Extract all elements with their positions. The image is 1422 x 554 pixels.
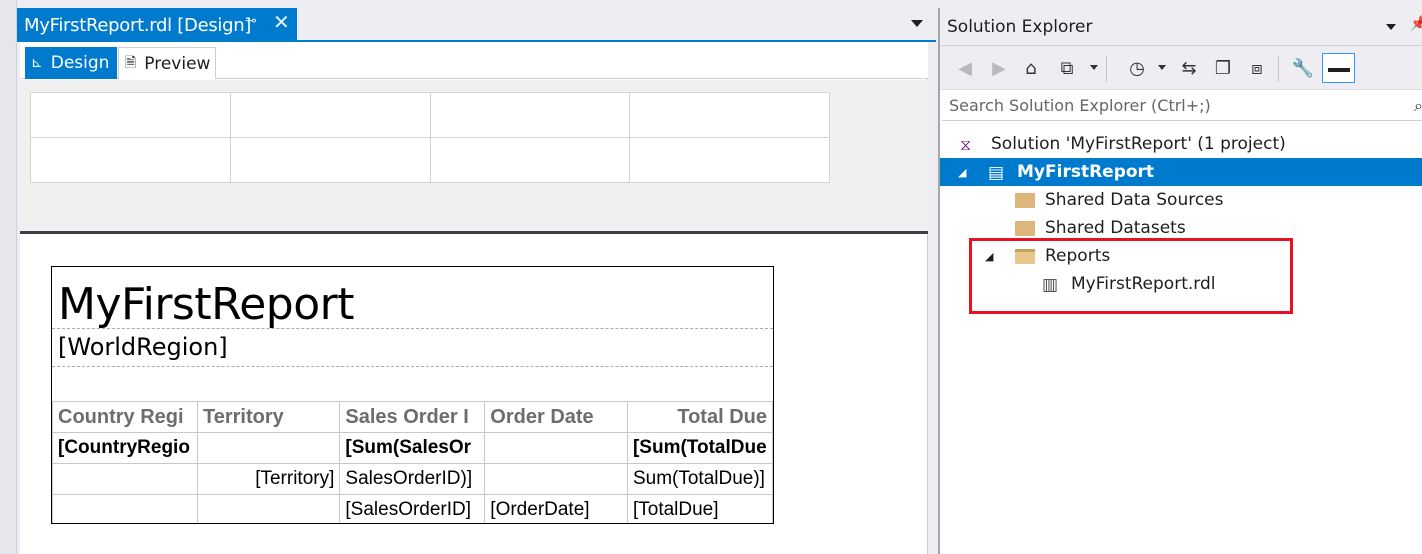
search-input[interactable]: Search Solution Explorer (Ctrl+;) <box>942 91 1422 121</box>
table-cell[interactable]: Sum(TotalDue)] <box>626 463 773 495</box>
page-header-area <box>20 80 928 232</box>
document-tab-title: MyFirstReport.rdl [Design] <box>24 14 252 36</box>
solution-explorer-titlebar: Solution Explorer 📌 <box>940 8 1422 46</box>
table-cell[interactable] <box>196 432 341 464</box>
table-row: [CountryRegio [Sum(SalesOr [Sum(TotalDue <box>52 432 773 464</box>
forward-icon[interactable]: ▶ <box>986 55 1012 81</box>
view-tabs: ⊾ Design 🗎 Preview <box>20 42 928 79</box>
pin-icon[interactable]: ⊸ <box>245 13 257 29</box>
table-cell[interactable] <box>484 432 628 464</box>
grid-cell[interactable] <box>429 137 631 183</box>
visual-studio-solution-icon: ⧖ <box>960 135 972 154</box>
tree-item-label: Shared Datasets <box>1045 218 1186 238</box>
tab-design[interactable]: ⊾ Design <box>25 47 117 79</box>
tree-item-label: Shared Data Sources <box>1045 190 1224 210</box>
window-position-dropdown-icon[interactable] <box>1386 24 1396 30</box>
table-cell[interactable]: [CountryRegio <box>52 432 198 464</box>
preview-selected-items-icon[interactable] <box>1322 53 1355 83</box>
report-designer-pane: MyFirstReport.rdl [Design] ⊸ ✕ ⊾ Design … <box>0 0 936 554</box>
tree-item-shared-data-sources[interactable]: Shared Data Sources <box>940 186 1422 214</box>
panel-title: Solution Explorer <box>947 16 1093 37</box>
left-tool-strip <box>0 0 17 554</box>
show-all-files-icon[interactable]: ⧈ <box>1244 55 1270 81</box>
grid-cell[interactable] <box>30 137 231 183</box>
grid-cell[interactable] <box>229 92 431 138</box>
toolbar-separator <box>1278 56 1279 82</box>
chevron-down-icon[interactable] <box>1158 65 1166 70</box>
table-cell[interactable] <box>52 463 198 495</box>
toolbar-separator <box>1106 56 1107 82</box>
table-row: [SalesOrderID] [OrderDate] [TotalDue] <box>52 494 773 523</box>
report-title: MyFirstReport <box>58 279 354 330</box>
table-row: [Territory] SalesOrderID)] Sum(TotalDue)… <box>52 463 773 495</box>
table-cell[interactable]: SalesOrderID)] <box>339 463 486 495</box>
column-header[interactable]: Country Regi <box>52 401 198 433</box>
grid-cell[interactable] <box>30 92 231 138</box>
table-cell[interactable]: [Sum(SalesOr <box>339 432 486 464</box>
annotation-highlight-box <box>969 238 1293 314</box>
tree-item-label: MyFirstReport <box>1017 162 1155 182</box>
pin-icon[interactable]: 📌 <box>1410 16 1422 32</box>
table-cell[interactable]: [SalesOrderID] <box>339 494 486 523</box>
pane-splitter[interactable] <box>20 231 928 234</box>
expanded-arrow-icon[interactable]: ◢ <box>958 166 966 179</box>
properties-wrench-icon[interactable]: 🔧 <box>1290 55 1316 81</box>
folder-icon <box>1015 193 1035 208</box>
grid-cell[interactable] <box>429 92 631 138</box>
tree-item-label: Solution 'MyFirstReport' (1 project) <box>991 134 1286 154</box>
tab-list-dropdown-icon[interactable] <box>911 20 923 27</box>
table-cell[interactable]: [Territory] <box>196 463 341 495</box>
grid-cell[interactable] <box>629 92 830 138</box>
search-icon[interactable]: ⌕ <box>1414 96 1422 116</box>
column-header[interactable]: Total Due <box>626 401 773 433</box>
table-cell[interactable]: [Sum(TotalDue <box>626 432 773 464</box>
tab-design-label: Design <box>50 53 110 73</box>
report-project-icon: ▤ <box>988 163 1005 183</box>
table-header-row: Country Regi Territory Sales Order I Ord… <box>52 401 773 433</box>
close-icon[interactable]: ✕ <box>273 10 290 34</box>
header-grid <box>30 92 830 183</box>
tab-preview[interactable]: 🗎 Preview <box>118 47 216 79</box>
preview-icon: 🗎 <box>125 54 137 71</box>
switch-views-icon[interactable]: ⧉ <box>1054 55 1080 81</box>
table-cell[interactable] <box>196 494 341 523</box>
sync-icon[interactable]: ⇆ <box>1176 55 1202 81</box>
design-ruler-icon: ⊾ <box>31 55 43 71</box>
tree-item-project[interactable]: ◢ ▤ MyFirstReport <box>940 158 1422 186</box>
folder-icon <box>1015 221 1035 236</box>
column-header[interactable]: Order Date <box>484 401 628 433</box>
column-header[interactable]: Sales Order I <box>339 401 486 433</box>
table-cell[interactable]: [OrderDate] <box>484 494 628 523</box>
table-cell[interactable] <box>52 494 198 523</box>
grid-cell[interactable] <box>629 137 830 183</box>
design-surface: ⊾ Design 🗎 Preview MyFirstReport [WorldR… <box>20 42 928 554</box>
grid-cell[interactable] <box>229 137 431 183</box>
pending-changes-filter-icon[interactable]: ◷ <box>1124 55 1150 81</box>
column-header[interactable]: Territory <box>196 401 341 433</box>
solution-explorer-toolbar: ◀ ▶ ⌂ ⧉ ◷ ⇆ ❐ ⧈ 🔧 <box>940 46 1422 90</box>
document-tab[interactable]: MyFirstReport.rdl [Design] ⊸ ✕ <box>17 8 297 42</box>
report-body[interactable]: MyFirstReport [WorldRegion] Country Regi… <box>51 266 774 524</box>
home-icon[interactable]: ⌂ <box>1018 55 1044 81</box>
document-tab-bar: MyFirstReport.rdl [Design] ⊸ ✕ <box>17 8 936 42</box>
tab-preview-label: Preview <box>144 53 211 74</box>
chevron-down-icon[interactable] <box>1090 65 1098 70</box>
tree-item-solution[interactable]: ⧖ Solution 'MyFirstReport' (1 project) <box>940 130 1422 158</box>
table-cell[interactable] <box>484 463 628 495</box>
back-icon[interactable]: ◀ <box>952 55 978 81</box>
world-region-field: [WorldRegion] <box>58 333 228 361</box>
table-cell[interactable]: [TotalDue] <box>626 494 773 523</box>
report-tablix[interactable]: Country Regi Territory Sales Order I Ord… <box>52 401 773 523</box>
collapse-all-icon[interactable]: ❐ <box>1210 55 1236 81</box>
